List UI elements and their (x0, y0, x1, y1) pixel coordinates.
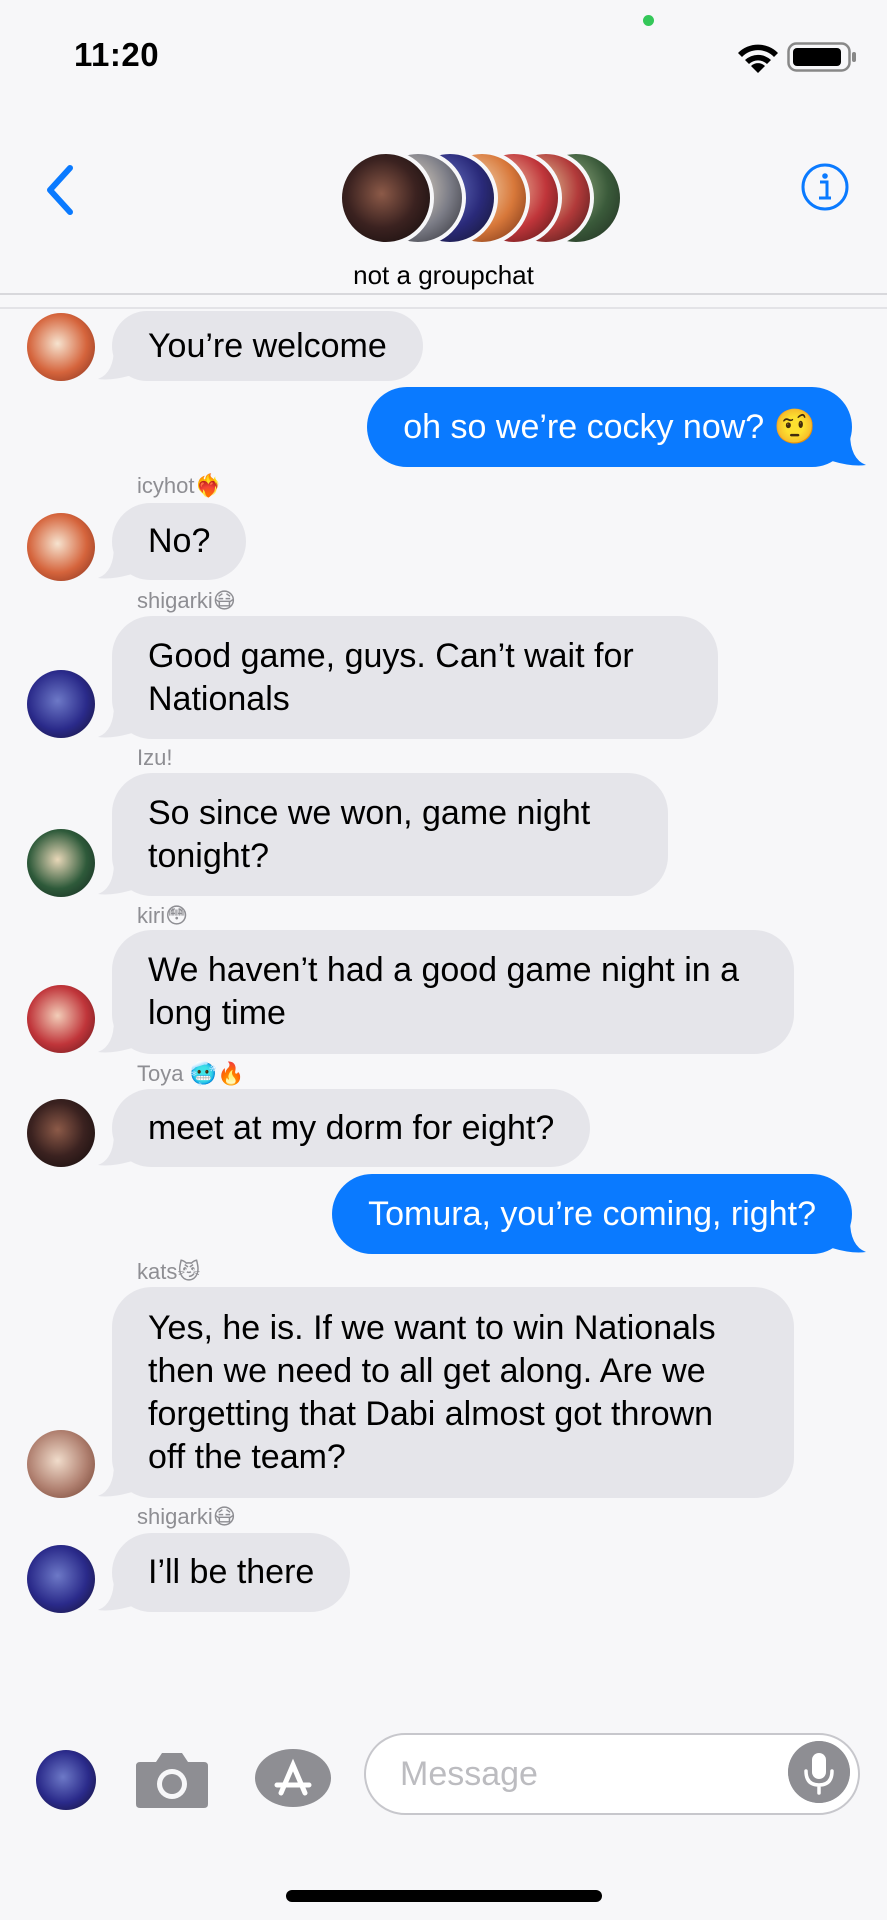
incoming-message-bubble[interactable]: Good game, guys. Can’t wait for National… (98, 616, 718, 739)
message-text: I’ll be there (148, 1553, 315, 1591)
message-text: You’re welcome (148, 326, 387, 365)
header-divider (0, 307, 887, 309)
sender-name: Toya 🥶🔥 (137, 1061, 245, 1086)
outgoing-message-bubble[interactable]: Tomura, you’re coming, right? (332, 1174, 866, 1254)
sender-avatar[interactable] (27, 1430, 95, 1498)
bubble-tail (98, 862, 132, 895)
bubble-tail (98, 347, 132, 380)
battery-icon (787, 42, 856, 72)
sender-name: kiri😳 (137, 903, 189, 928)
message-composer: Message (0, 1700, 887, 1920)
group-avatar-stack[interactable] (338, 148, 628, 248)
sender-name: kats😼 (137, 1259, 201, 1284)
home-indicator[interactable] (286, 1890, 602, 1902)
incoming-message-bubble[interactable]: So since we won, game night tonight? (98, 773, 668, 896)
message-text: oh so we’re cocky now? 🤨 (403, 407, 816, 446)
bubble-tail (98, 546, 132, 579)
incoming-message-bubble[interactable]: We haven’t had a good game night in a lo… (98, 930, 794, 1054)
message-text: We haven’t had a good game night in a lo… (148, 951, 740, 1032)
bubble-tail (98, 1578, 132, 1611)
sender-name: shigarki😷 (137, 1504, 236, 1529)
message-input[interactable]: Message (364, 1733, 860, 1815)
app-store-icon[interactable] (253, 1747, 333, 1809)
message-text: So since we won, game night tonight? (148, 793, 591, 875)
microphone-icon[interactable] (788, 1741, 850, 1803)
camera-icon[interactable] (134, 1748, 210, 1810)
group-member-avatar (338, 150, 434, 246)
incoming-message-bubble[interactable]: meet at my dorm for eight? (98, 1089, 591, 1167)
sender-avatar[interactable] (27, 670, 95, 738)
bubble-tail (98, 705, 132, 738)
outgoing-message-bubble[interactable]: oh so we’re cocky now? 🤨 (367, 387, 866, 467)
bubble-tail (832, 433, 866, 466)
message-text: Good game, guys. Can’t wait for National… (148, 636, 634, 718)
incoming-message-bubble[interactable]: I’ll be there (98, 1533, 351, 1612)
message-input-placeholder: Message (400, 1754, 538, 1793)
message-text: Tomura, you’re coming, right? (368, 1194, 816, 1233)
sender-avatar[interactable] (27, 1545, 95, 1613)
sender-avatar[interactable] (27, 313, 95, 381)
info-icon[interactable] (800, 162, 850, 212)
camera-in-use-indicator (643, 15, 654, 26)
sender-name: icyhot❤️‍🔥 (137, 473, 222, 498)
message-text: meet at my dorm for eight? (148, 1108, 555, 1147)
sender-avatar[interactable] (27, 513, 95, 581)
status-time: 11:20 (74, 36, 160, 73)
message-text: Yes, he is. If we want to win Nationals … (148, 1308, 716, 1476)
sender-avatar[interactable] (27, 1099, 95, 1167)
incoming-message-bubble[interactable]: No? (98, 503, 247, 580)
status-bar: 11:20 (0, 0, 887, 110)
sender-name: Izu! (137, 745, 173, 770)
sender-avatar[interactable] (27, 829, 95, 897)
sender-avatar[interactable] (27, 985, 95, 1053)
memoji-avatar-button[interactable] (36, 1750, 96, 1810)
conversation-header: not a groupchat (0, 110, 887, 295)
message-text: No? (148, 522, 211, 560)
incoming-message-bubble[interactable]: You’re welcome (98, 311, 423, 381)
bubble-tail (98, 1020, 132, 1053)
conversation-title[interactable]: not a groupchat (0, 260, 887, 291)
bubble-tail (98, 1133, 132, 1166)
back-chevron-icon[interactable] (38, 160, 84, 220)
messages-screen: 11:20 not a groupchat You’re welcome oh … (0, 0, 887, 1920)
bubble-tail (832, 1220, 866, 1253)
incoming-message-bubble[interactable]: Yes, he is. If we want to win Nationals … (98, 1287, 794, 1498)
bubble-tail (98, 1464, 132, 1497)
wifi-icon (738, 44, 778, 73)
sender-name: shigarki😷 (137, 588, 236, 613)
